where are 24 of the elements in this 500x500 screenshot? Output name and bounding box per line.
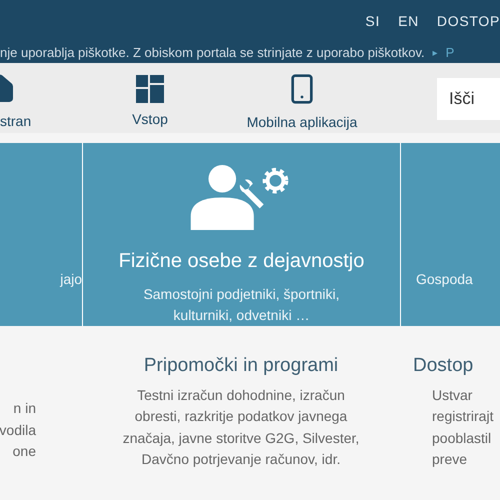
section-description: Ustvar	[432, 386, 472, 404]
section-heading: Dostop	[413, 354, 474, 378]
cookie-link[interactable]: P	[446, 43, 454, 63]
tile-description: Samostojni podjetniki, športniki, kulturniki, odvetniki …	[142, 285, 341, 325]
section-description: Testni izračun dohodnine, izračun obresti, razkritje podatkov javnega značaja, javne storitve G2G, Silvester, Davčno potrjevanje računov, idr.	[122, 386, 360, 469]
section-description: preve	[432, 450, 468, 469]
link-arrow: ▸	[432, 46, 438, 60]
nav-link[interactable]: Vstop	[132, 108, 168, 130]
search-field[interactable]: Išči	[437, 78, 500, 120]
nav-link[interactable]: Mobilna aplikacija	[246, 112, 358, 132]
language-link[interactable]: EN	[398, 11, 419, 32]
cookie-notice: nje uporablja piškotke. Z obiskom portala se strinjate z uporabo piškotkov.	[0, 44, 425, 62]
section-description: pooblastil	[432, 428, 492, 448]
section-description: one	[12, 442, 36, 461]
language-link[interactable]: SI	[365, 11, 380, 32]
tile-description: Gospoda	[416, 270, 473, 289]
section-heading: Pripomočki in programi	[144, 354, 338, 378]
section-description: n in	[13, 399, 36, 418]
tile-description: jajo	[60, 270, 82, 289]
nav-link[interactable]: stran	[0, 110, 32, 132]
dashboard-icon	[136, 74, 164, 102]
language-link[interactable]: DOSTOP	[436, 11, 500, 32]
tile-title: Fizične osebe z dejavnostjo	[118, 249, 364, 274]
section-description: registrirajt	[432, 407, 494, 426]
